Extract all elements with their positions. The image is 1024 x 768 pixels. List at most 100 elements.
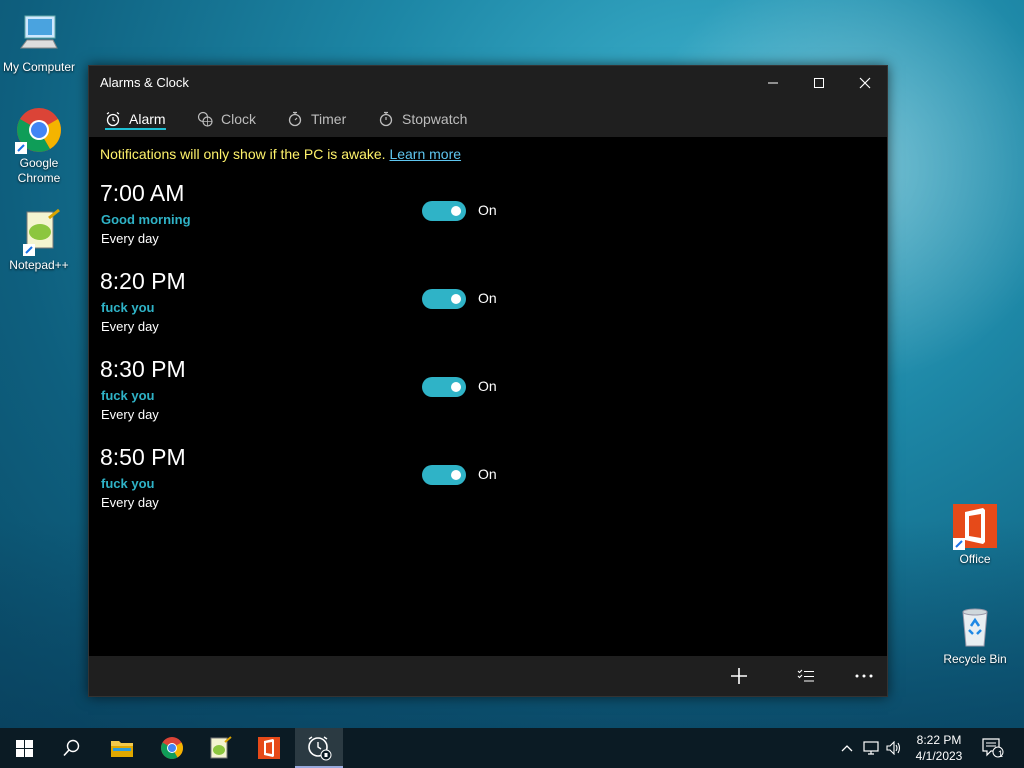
checklist-icon bbox=[797, 669, 814, 682]
alarm-repeat: Every day bbox=[101, 231, 159, 246]
notepad-plus-plus-icon bbox=[210, 736, 232, 759]
taskbar-clock[interactable]: 8:22 PM 4/1/2023 bbox=[905, 732, 973, 764]
notepad-plus-plus-icon bbox=[15, 208, 63, 256]
desktop-icon-recycle-bin[interactable]: Recycle Bin bbox=[937, 602, 1013, 667]
alarm-name: fuck you bbox=[101, 388, 155, 403]
alarm-name: Good morning bbox=[101, 212, 191, 227]
alarm-time: 7:00 AM bbox=[100, 180, 185, 206]
office-icon bbox=[258, 737, 280, 759]
action-center-button[interactable]: 1 bbox=[978, 728, 1008, 768]
computer-icon bbox=[15, 10, 63, 58]
alarm-icon bbox=[106, 111, 120, 126]
command-bar bbox=[89, 656, 887, 696]
desktop-icon-google-chrome[interactable]: Google Chrome bbox=[1, 106, 77, 186]
desktop-icon-label: My Computer bbox=[2, 60, 76, 74]
toggle-knob bbox=[451, 294, 461, 304]
clock-date: 4/1/2023 bbox=[915, 749, 963, 763]
desktop-icon-office[interactable]: Office bbox=[937, 502, 1013, 567]
office-icon bbox=[951, 502, 999, 550]
timer-icon bbox=[288, 111, 302, 126]
speaker-icon bbox=[886, 741, 901, 755]
tab-stopwatch[interactable]: Stopwatch bbox=[378, 100, 467, 137]
taskbar-notepad-plus-plus[interactable] bbox=[196, 728, 244, 768]
clock-time: 8:22 PM bbox=[916, 733, 962, 747]
stopwatch-icon bbox=[379, 111, 393, 126]
chrome-icon bbox=[161, 737, 183, 759]
tab-alarm[interactable]: Alarm bbox=[105, 100, 166, 137]
start-button[interactable] bbox=[0, 728, 48, 768]
alarm-item[interactable]: 7:00 AM Good morning Every day On bbox=[100, 180, 700, 268]
close-icon bbox=[859, 77, 871, 89]
awake-notice: Notifications will only show if the PC i… bbox=[100, 146, 461, 162]
notification-count: 1 bbox=[998, 749, 1004, 759]
alarm-name: fuck you bbox=[101, 476, 155, 491]
more-icon bbox=[855, 674, 873, 678]
recycle-bin-icon bbox=[951, 602, 999, 650]
alarm-time: 8:20 PM bbox=[100, 268, 186, 294]
alarm-toggle[interactable] bbox=[422, 201, 466, 221]
alarm-state: On bbox=[478, 290, 497, 306]
tab-bar: Alarm Clock Timer Stopwatch bbox=[89, 100, 887, 137]
volume-button[interactable] bbox=[884, 728, 904, 768]
alarm-repeat: Every day bbox=[101, 319, 159, 334]
toggle-knob bbox=[451, 206, 461, 216]
alarm-toggle[interactable] bbox=[422, 289, 466, 309]
select-alarms-button[interactable] bbox=[783, 656, 829, 696]
chrome-icon bbox=[15, 106, 63, 154]
notice-text: Notifications will only show if the PC i… bbox=[100, 146, 386, 162]
more-options-button[interactable] bbox=[841, 656, 887, 696]
alarm-state: On bbox=[478, 466, 497, 482]
world-clock-icon bbox=[197, 111, 213, 127]
toggle-knob bbox=[451, 470, 461, 480]
desktop-icon-label: Recycle Bin bbox=[943, 652, 1007, 666]
taskbar-chrome[interactable] bbox=[148, 728, 196, 768]
taskbar-file-explorer[interactable] bbox=[98, 728, 146, 768]
tab-clock[interactable]: Clock bbox=[197, 100, 256, 137]
tab-label: Stopwatch bbox=[402, 110, 468, 127]
learn-more-link[interactable]: Learn more bbox=[389, 146, 461, 162]
alarm-item[interactable]: 8:20 PM fuck you Every day On bbox=[100, 268, 700, 356]
desktop-icon-label: Notepad++ bbox=[9, 258, 69, 272]
maximize-icon bbox=[814, 78, 824, 88]
alarm-item[interactable]: 8:30 PM fuck you Every day On bbox=[100, 356, 700, 444]
tab-timer[interactable]: Timer bbox=[287, 100, 346, 137]
taskbar-alarms-clock[interactable] bbox=[295, 728, 343, 768]
show-hidden-icons-button[interactable] bbox=[838, 728, 856, 768]
network-button[interactable] bbox=[861, 728, 881, 768]
alarm-toggle[interactable] bbox=[422, 377, 466, 397]
alarm-time: 8:50 PM bbox=[100, 444, 186, 470]
tab-label: Timer bbox=[311, 110, 347, 127]
maximize-button[interactable] bbox=[796, 66, 842, 100]
alarm-repeat: Every day bbox=[101, 407, 159, 422]
window-title: Alarms & Clock bbox=[100, 75, 189, 90]
alarm-state: On bbox=[478, 202, 497, 218]
alarm-time: 8:30 PM bbox=[100, 356, 186, 382]
minimize-icon bbox=[768, 82, 778, 84]
alarm-item[interactable]: 8:50 PM fuck you Every day On bbox=[100, 444, 700, 532]
windows-logo-icon bbox=[15, 739, 33, 757]
alarm-name: fuck you bbox=[101, 300, 155, 315]
alarms-clock-window: Alarms & Clock Alarm Clock Timer Stopwat… bbox=[88, 65, 888, 697]
alarm-toggle[interactable] bbox=[422, 465, 466, 485]
close-button[interactable] bbox=[842, 66, 888, 100]
desktop-icon-label: Google Chrome bbox=[17, 156, 61, 185]
tab-label: Alarm bbox=[129, 110, 166, 127]
add-alarm-button[interactable] bbox=[716, 656, 762, 696]
chevron-up-icon bbox=[841, 745, 853, 752]
alarm-repeat: Every day bbox=[101, 495, 159, 510]
network-icon bbox=[863, 741, 879, 755]
taskbar: 8:22 PM 4/1/2023 1 bbox=[0, 728, 1024, 768]
folder-icon bbox=[111, 741, 133, 757]
search-button[interactable] bbox=[48, 728, 96, 768]
search-icon bbox=[63, 739, 80, 757]
taskbar-office[interactable] bbox=[245, 728, 293, 768]
plus-icon bbox=[731, 668, 747, 684]
minimize-button[interactable] bbox=[750, 66, 796, 100]
desktop-icon-my-computer[interactable]: My Computer bbox=[1, 10, 77, 75]
alarm-clock-icon bbox=[308, 736, 332, 761]
tab-label: Clock bbox=[221, 110, 257, 127]
desktop-icon-notepad-plus-plus[interactable]: Notepad++ bbox=[1, 208, 77, 273]
title-bar[interactable]: Alarms & Clock bbox=[89, 66, 887, 100]
toggle-knob bbox=[451, 382, 461, 392]
alarm-state: On bbox=[478, 378, 497, 394]
